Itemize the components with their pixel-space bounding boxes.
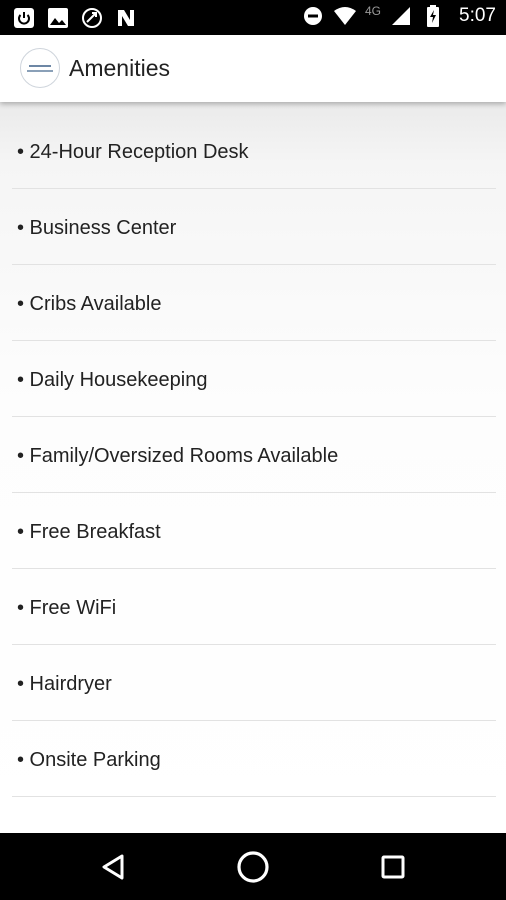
clock: 5:07	[459, 5, 496, 26]
amenity-label: • Free Breakfast	[17, 521, 161, 543]
amenities-content[interactable]: • 24-Hour Reception Desk • Business Cent…	[0, 102, 506, 833]
recents-icon[interactable]	[373, 847, 413, 887]
hotel-logo-icon	[20, 48, 60, 88]
cell-signal-icon	[389, 4, 413, 28]
image-icon	[46, 6, 70, 30]
app-bar: Amenities	[0, 35, 506, 102]
amenity-item: • Family/Oversized Rooms Available	[12, 417, 496, 493]
page-title: Amenities	[69, 55, 170, 81]
amenity-item: • Daily Housekeeping	[12, 341, 496, 417]
amenity-label: • Business Center	[17, 217, 177, 239]
amenity-item: • Cribs Available	[12, 265, 496, 341]
back-icon[interactable]	[93, 847, 133, 887]
amenity-label: • Hairdryer	[17, 673, 112, 695]
amenity-item: • Business Center	[12, 189, 496, 265]
do-not-disturb-icon	[301, 4, 325, 28]
amenity-label: • Cribs Available	[17, 293, 162, 315]
n-icon	[114, 6, 138, 30]
amenity-list: • 24-Hour Reception Desk • Business Cent…	[12, 113, 496, 797]
amenity-item: • 24-Hour Reception Desk	[12, 113, 496, 189]
navigation-bar	[0, 833, 506, 900]
home-icon[interactable]	[233, 847, 273, 887]
amenity-label: • Family/Oversized Rooms Available	[17, 445, 339, 467]
amenity-item: • Free Breakfast	[12, 493, 496, 569]
amenity-label: • Daily Housekeeping	[17, 369, 208, 391]
amenity-label: • Free WiFi	[17, 597, 117, 619]
sync-icon	[80, 6, 104, 30]
amenity-label: • Onsite Parking	[17, 749, 161, 771]
amenity-label: • 24-Hour Reception Desk	[17, 141, 249, 163]
amenity-item: • Hairdryer	[12, 645, 496, 721]
wifi-icon	[333, 4, 357, 28]
battery-icon	[421, 4, 445, 28]
status-system-icons: 4G 5:07	[301, 4, 496, 28]
status-notification-icons	[12, 6, 138, 30]
amenity-item: • Onsite Parking	[12, 721, 496, 797]
power-icon	[12, 6, 36, 30]
amenity-item: • Free WiFi	[12, 569, 496, 645]
network-type: 4G	[365, 4, 382, 18]
status-bar: 4G 5:07	[0, 0, 506, 35]
